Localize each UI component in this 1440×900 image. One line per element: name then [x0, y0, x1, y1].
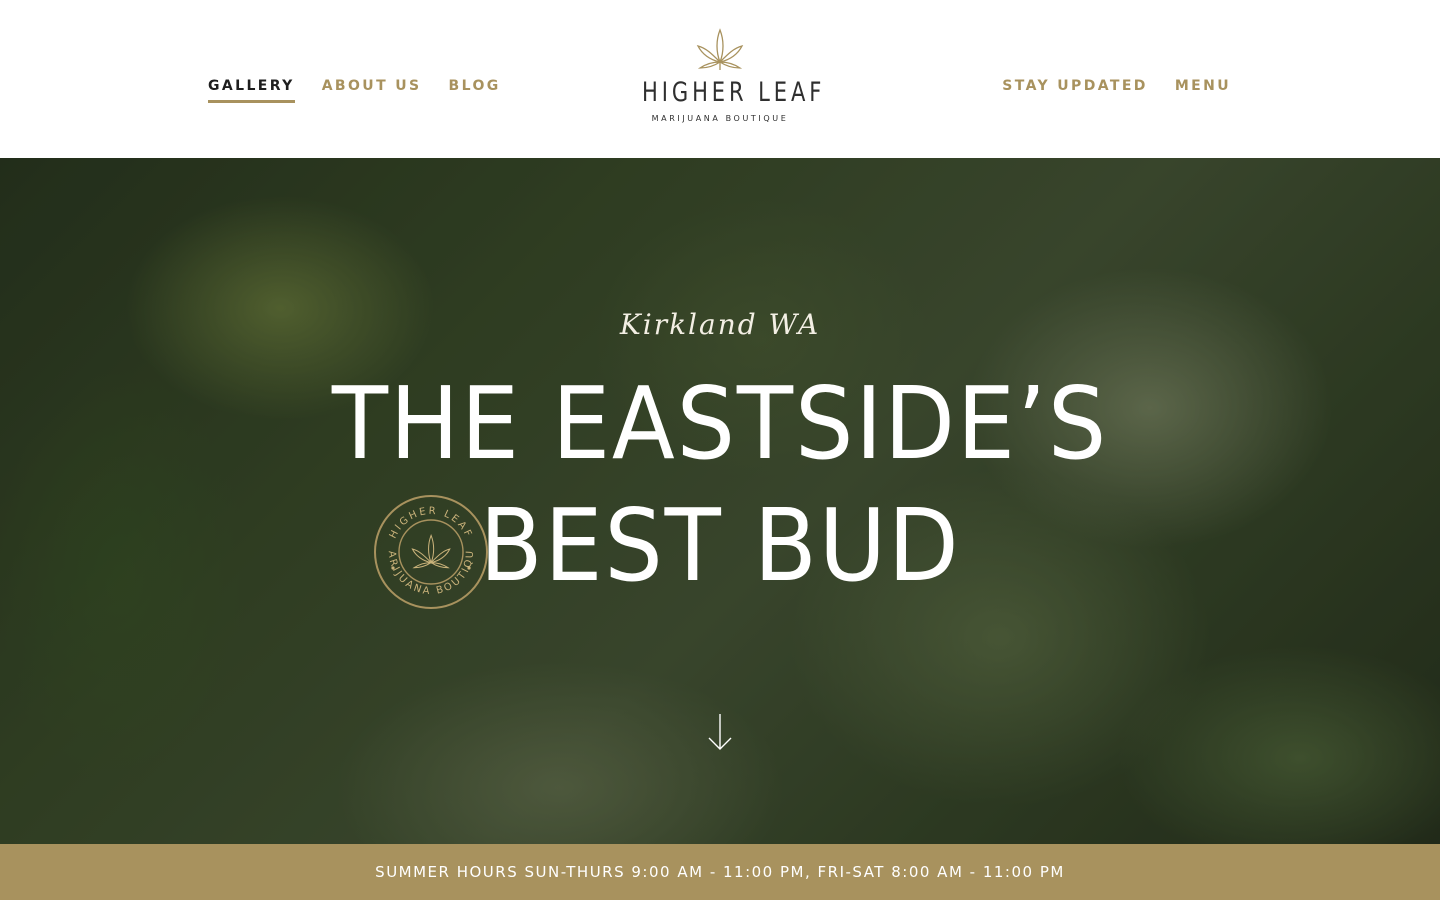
logo-wordmark: HIGHER LEAF	[642, 77, 826, 108]
nav-link-about-us[interactable]: ABOUT US	[322, 77, 422, 103]
nav-link-stay-updated[interactable]: STAY UPDATED	[1002, 77, 1148, 103]
logo-tagline: MARIJUANA BOUTIQUE	[651, 114, 789, 123]
site-header: GALLERY ABOUT US BLOG HIGHER LEAF MARIJU…	[0, 0, 1440, 158]
primary-nav-right: STAY UPDATED MENU	[1002, 77, 1231, 103]
cannabis-leaf-icon	[696, 28, 744, 70]
hero-location: Kirkland WA	[619, 308, 821, 341]
hero-title-line-2: BEST BUD	[479, 487, 961, 604]
hero-section: Kirkland WA THE EASTSIDE’S BEST BUD HIGH…	[0, 158, 1440, 844]
primary-nav-left: GALLERY ABOUT US BLOG	[208, 77, 501, 103]
nav-link-menu[interactable]: MENU	[1175, 77, 1231, 103]
nav-link-blog[interactable]: BLOG	[449, 77, 501, 103]
site-logo[interactable]: HIGHER LEAF MARIJUANA BOUTIQUE	[620, 26, 826, 136]
hero-title-line-1: THE EASTSIDE’S	[331, 365, 1109, 482]
boutique-seal: HIGHER LEAF MARIJUANA BOUTIQUE	[373, 494, 488, 609]
hours-banner: SUMMER HOURS SUN-THURS 9:00 AM - 11:00 P…	[0, 844, 1440, 900]
nav-link-gallery[interactable]: GALLERY	[208, 77, 295, 103]
cannabis-leaf-icon	[411, 534, 451, 569]
arrow-down-icon[interactable]	[706, 712, 734, 752]
